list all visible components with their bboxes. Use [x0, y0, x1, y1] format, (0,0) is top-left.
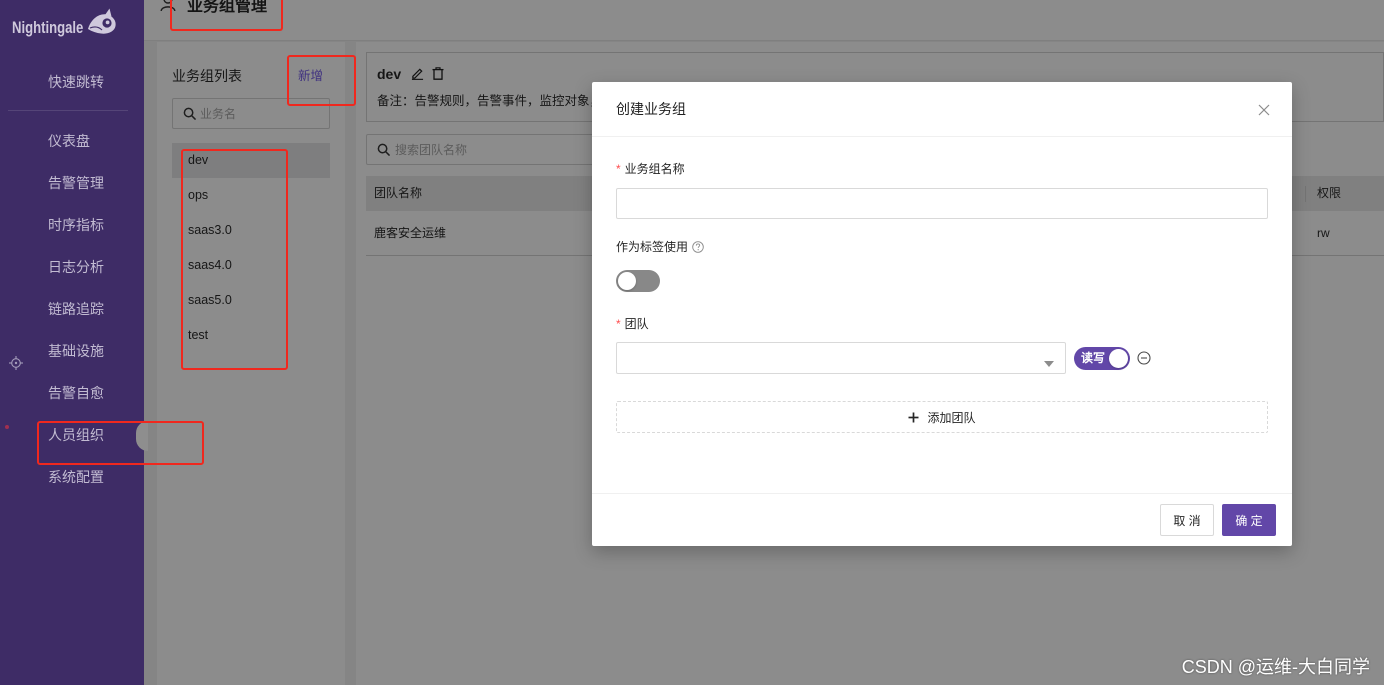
bird-logo-icon [86, 7, 118, 37]
sidebar-item-label: 时序指标 [48, 217, 104, 233]
column-header-permission: 权限 [1317, 186, 1342, 200]
logo[interactable]: Nightingale [0, 0, 144, 52]
sidebar-item-label: 系统配置 [48, 469, 104, 485]
switch-knob [1109, 349, 1128, 368]
as-tag-label: 作为标签使用 [616, 239, 704, 255]
notification-dot [5, 425, 9, 429]
sidebar-item-tracing[interactable]: 链路追踪 [0, 288, 144, 330]
sidebar-item-quick-jump[interactable]: 快速跳转 [0, 61, 144, 103]
search-icon [183, 107, 196, 120]
page-header: 业务组管理 [144, 0, 1384, 41]
as-tag-label-text: 作为标签使用 [616, 240, 689, 254]
close-icon[interactable] [1258, 104, 1270, 116]
delete-icon[interactable] [431, 67, 445, 81]
logo-text: Nightingale [12, 18, 84, 37]
crosshair-icon [9, 344, 23, 370]
watermark: CSDN @运维-大白同学 [1181, 657, 1370, 677]
annotation-box-organization [37, 421, 204, 465]
team-label: * 团队 [616, 316, 649, 332]
search-icon [377, 143, 390, 156]
required-mark: * [616, 317, 621, 331]
team-search[interactable] [366, 134, 626, 165]
sidebar-item-logs[interactable]: 日志分析 [0, 246, 144, 288]
sidebar-item-label: 日志分析 [48, 259, 104, 275]
annotation-box-add [287, 55, 356, 106]
sidebar-divider [8, 110, 128, 111]
sidebar: Nightingale 快速跳转 仪表盘 告警管理 时序指标 日志分析 链路追踪 [0, 0, 144, 685]
modal-title: 创建业务组 [616, 101, 686, 117]
plus-icon [908, 412, 919, 423]
cancel-button[interactable]: 取 消 [1160, 504, 1214, 536]
add-team-button[interactable]: 添加团队 [616, 401, 1268, 433]
annotation-box-title [170, 0, 283, 31]
add-team-label: 添加团队 [927, 410, 976, 425]
caret-down-icon [1044, 355, 1054, 367]
sidebar-item-self-healing[interactable]: 告警自愈 [0, 372, 144, 414]
group-note: 备注：告警规则，告警事件，监控对象， [377, 94, 603, 108]
group-name-label: * 业务组名称 [616, 161, 685, 177]
sidebar-item-label: 告警自愈 [48, 385, 104, 401]
group-name-label-text: 业务组名称 [624, 162, 685, 176]
create-group-modal: 创建业务组 * 业务组名称 作为标签使用 * 团队 读写 添加团队 取 消 确 … [592, 82, 1292, 546]
modal-footer-divider [592, 493, 1292, 494]
team-search-input[interactable] [395, 135, 621, 164]
required-mark: * [616, 162, 621, 176]
permission-switch-label: 读写 [1081, 351, 1106, 365]
sidebar-item-label: 快速跳转 [48, 74, 104, 90]
annotation-box-list [181, 149, 288, 370]
sidebar-item-label: 告警管理 [48, 175, 104, 191]
sidebar-item-dashboard[interactable]: 仪表盘 [0, 120, 144, 162]
switch-knob [618, 272, 636, 290]
group-list-title: 业务组列表 [172, 68, 242, 84]
team-name-cell: 鹿客安全运维 [374, 226, 447, 240]
edit-icon[interactable] [410, 67, 424, 81]
column-separator [1305, 186, 1306, 202]
modal-header-divider [592, 136, 1292, 137]
sidebar-item-label: 基础设施 [48, 343, 104, 359]
column-header-team: 团队名称 [374, 186, 423, 200]
group-name-input[interactable] [616, 188, 1268, 219]
sidebar-item-alerting[interactable]: 告警管理 [0, 162, 144, 204]
ok-button[interactable]: 确 定 [1222, 504, 1276, 536]
minus-circle-icon[interactable] [1137, 351, 1151, 365]
permission-switch[interactable]: 读写 [1074, 347, 1130, 370]
question-circle-icon[interactable] [692, 241, 704, 253]
permission-cell: rw [1317, 226, 1330, 240]
group-name: dev [377, 66, 402, 82]
sidebar-item-metrics[interactable]: 时序指标 [0, 204, 144, 246]
as-tag-switch[interactable] [616, 270, 660, 292]
team-label-text: 团队 [624, 317, 649, 331]
team-select[interactable] [616, 342, 1066, 374]
sidebar-item-label: 链路追踪 [48, 301, 104, 317]
sidebar-item-label: 仪表盘 [48, 133, 90, 149]
sidebar-item-infrastructure[interactable]: 基础设施 [0, 330, 144, 372]
